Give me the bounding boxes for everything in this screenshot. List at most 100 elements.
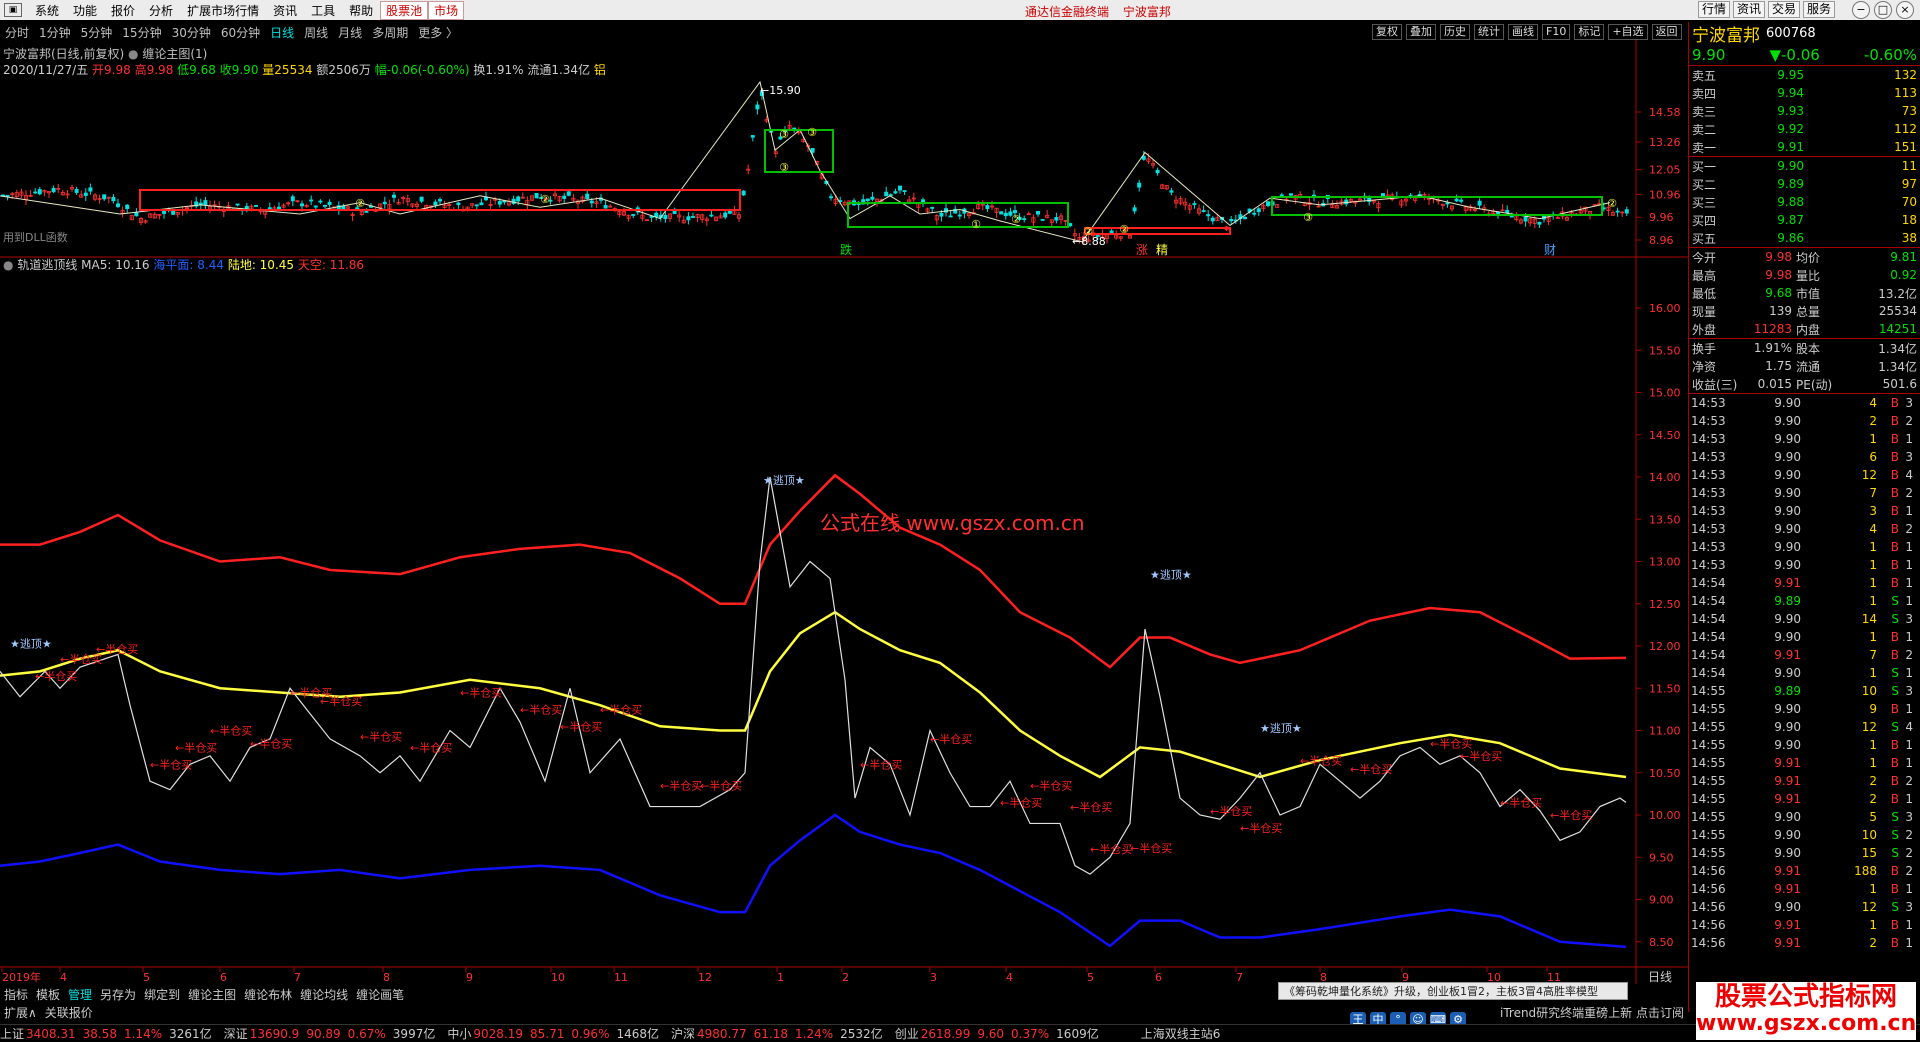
bid-label: 买二 [1692,177,1717,192]
tick-count: 1 [1905,504,1913,518]
tick-time: 14:53 [1691,522,1726,536]
tick-side: S [1891,594,1899,608]
tick-price: 9.91 [1774,864,1801,878]
tick-volume: 2 [1869,792,1877,806]
candle-body [1132,207,1137,212]
candle-body [1022,218,1027,221]
index-amount: 1609亿 [1056,1027,1099,1041]
candle-body [631,214,636,216]
half-buy-label: ←半仓买 [600,703,642,717]
candle-body [1381,193,1386,197]
tab-manage[interactable]: 管理 [64,986,96,1004]
tick-price: 9.90 [1774,468,1801,482]
time-tick-label: 8 [383,971,390,984]
candle-body [1192,203,1197,206]
tab-chan-boll[interactable]: 缠论布林 [240,986,296,1004]
tab-template[interactable]: 模板 [32,986,64,1004]
tick-time: 14:54 [1691,666,1726,680]
tick-side: B [1890,630,1899,644]
bid-price: 9.89 [1777,177,1804,191]
tab-bind[interactable]: 绑定到 [140,986,184,1004]
stat-row: 最高 9.98 量比 0.92 [1689,266,1920,284]
half-buy-label: ←半仓买 [320,694,362,708]
tab-quote[interactable]: 行情 [1698,1,1731,18]
tick-time: 14:54 [1691,648,1726,662]
stat-row: 最低 9.68 市值 13.2亿 [1689,284,1920,302]
index-label: 深证 [223,1027,248,1041]
pivot-marker: ③ [1303,211,1313,224]
candle-body [884,191,889,197]
candle-body [829,196,834,199]
tab-indicator[interactable]: 指标 [0,986,32,1004]
related-quote-button[interactable]: 关联报价 [41,1004,97,1022]
ask-price: 9.92 [1777,122,1804,136]
close-button[interactable]: × [1896,1,1914,19]
stat-label: 最低 [1692,286,1717,301]
ad-banner-2[interactable]: iTrend研究终端重磅上新 点击订阅 [1500,1004,1684,1021]
half-buy-label: ←半仓买 [1500,796,1542,810]
tick-time: 14:56 [1691,882,1726,896]
half-buy-label: ←半仓买 [660,779,702,793]
tick-volume: 10 [1861,684,1877,698]
tick-list[interactable]: 14:53 9.90 4 B 3 14:53 9.90 2 B 2 14:53 9.90 1 B 1 14:5… [1689,394,1920,952]
stat-label: 现量 [1692,304,1717,319]
candle-body [1201,210,1206,212]
ad-banner[interactable]: 《筹码乾坤量化系统》升级，创业板1冒2，主板3冒4高胜率模型 [1278,982,1628,1000]
tab-info[interactable]: 资讯 [1733,1,1766,18]
escape-top-label: ★逃顶★ [763,474,805,487]
time-tick-label: 6 [1155,971,1162,984]
tick-time: 14:56 [1691,936,1726,950]
tab-service[interactable]: 服务 [1803,1,1836,18]
sub-tick-label: 13.50 [1649,513,1681,526]
candle-body [1279,194,1284,197]
tick-side: B [1890,576,1899,590]
tab-chan-main[interactable]: 缠论主图 [184,986,240,1004]
tick-count: 1 [1905,702,1913,716]
tab-trade[interactable]: 交易 [1768,1,1801,18]
tick-count: 2 [1905,864,1913,878]
stat-value: 9.98 [1765,268,1792,282]
chart-canvas[interactable]: 14.5813.2612.0510.969.968.9616.0015.5015… [0,0,1688,990]
expand-button[interactable]: 扩展∧ [0,1004,41,1022]
tick-time: 14:53 [1691,468,1726,482]
tick-volume: 7 [1869,648,1877,662]
tick-volume: 1 [1869,882,1877,896]
tick-price: 9.89 [1774,594,1801,608]
signal-fine: 精 [1156,243,1168,257]
candle-body [1243,217,1248,220]
tick-row: 14:53 9.90 1 B 1 [1689,538,1920,556]
candle-body [322,204,327,207]
tab-chan-brush[interactable]: 缠论画笔 [352,986,408,1004]
minimize-button[interactable]: − [1852,1,1870,19]
tab-chan-ma[interactable]: 缠论均线 [296,986,352,1004]
stat-value-2: 9.81 [1890,250,1917,264]
signal-fall: 跌 [840,242,852,257]
price-oscillator-line [0,476,1627,875]
candle-body [1624,209,1629,214]
candle-body [1068,223,1073,227]
tab-save-as[interactable]: 另存为 [96,986,140,1004]
tick-time: 14:56 [1691,864,1726,878]
tick-count: 1 [1905,882,1913,896]
stat-label-2: 量比 [1796,268,1821,283]
tick-side: B [1890,486,1899,500]
ask-label: 卖四 [1692,86,1717,101]
candle-body [161,210,166,214]
tick-count: 2 [1905,648,1913,662]
tick-volume: 1 [1869,432,1877,446]
candle-body [364,211,369,213]
maximize-button[interactable]: □ [1874,1,1892,19]
tick-volume: 12 [1861,468,1877,482]
tick-time: 14:55 [1691,738,1726,752]
pivot-marker: ② [540,193,550,206]
quote-stock-name: 宁波富邦 [1692,25,1760,46]
time-tick-label: 7 [1236,971,1243,984]
candle-body [33,191,38,194]
tick-price: 9.90 [1774,522,1801,536]
stat-label: 净资 [1692,359,1717,374]
half-buy-label: ←半仓买 [1430,736,1472,750]
stat-row: 外盘 11283 内盘 14251 [1689,320,1920,338]
tick-count: 1 [1905,792,1913,806]
candle-body [1523,216,1528,222]
tick-row: 14:55 9.91 2 B 1 [1689,790,1920,808]
